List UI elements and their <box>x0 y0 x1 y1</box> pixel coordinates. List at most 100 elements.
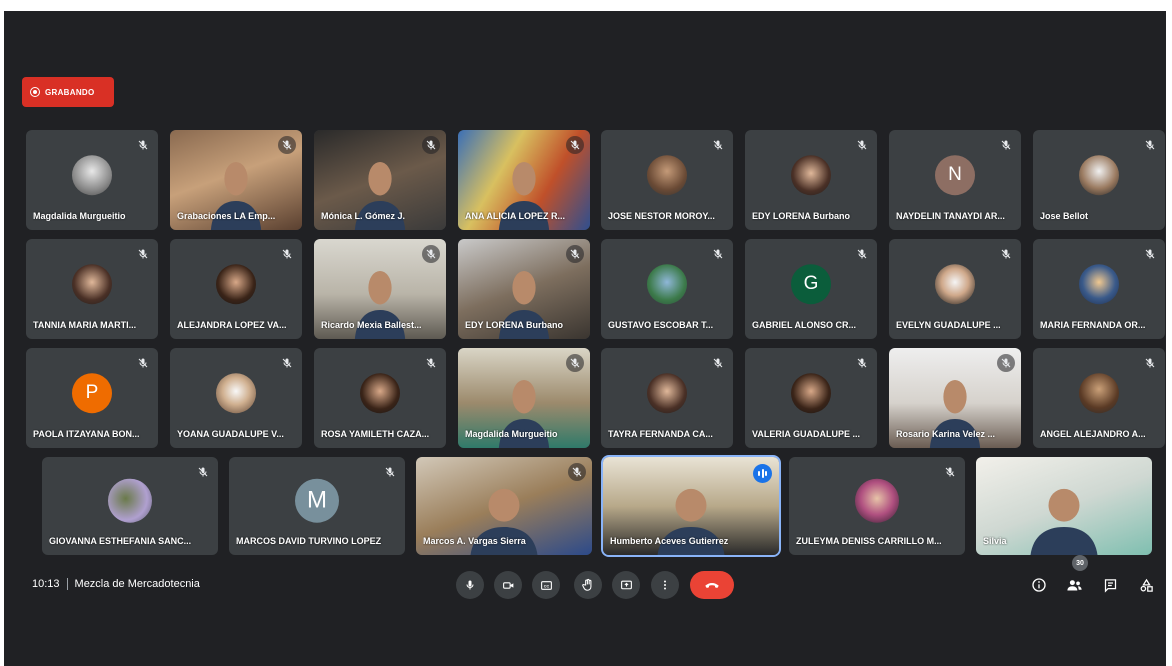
participant-tile[interactable]: ALEJANDRA LOPEZ VA... <box>170 239 302 339</box>
participant-tile[interactable]: G GABRIEL ALONSO CR... <box>745 239 877 339</box>
participant-name: GUSTAVO ESCOBAR T... <box>608 320 714 330</box>
microphone-button[interactable] <box>456 571 484 599</box>
participant-name: Jose Bellot <box>1040 211 1089 221</box>
participant-tile[interactable]: YOANA GUADALUPE V... <box>170 348 302 448</box>
participant-tile[interactable]: Jose Bellot <box>1033 130 1165 230</box>
avatar-initial: N <box>935 155 975 196</box>
avatar <box>647 264 687 305</box>
phone-hangup-icon <box>705 582 719 588</box>
participant-tile[interactable]: Rosario Karina Velez ... <box>889 348 1021 448</box>
participant-name: ZULEYMA DENISS CARRILLO M... <box>796 536 942 546</box>
mic-off-icon <box>278 136 296 154</box>
participant-tile[interactable]: Magdalida Murgueitio <box>26 130 158 230</box>
participant-name: Magdalida Murgueitio <box>33 211 126 221</box>
mic-off-icon <box>712 139 724 151</box>
participant-name: NAYDELIN TANAYDI AR... <box>896 211 1005 221</box>
avatar-initial: G <box>791 264 831 305</box>
chat-button[interactable] <box>1099 574 1121 596</box>
participant-tile[interactable]: Grabaciones LA Emp... <box>170 130 302 230</box>
captions-button[interactable]: CC <box>532 571 560 599</box>
mic-off-icon <box>1000 248 1012 260</box>
avatar <box>791 373 831 414</box>
participant-name: PAOLA ITZAYANA BON... <box>33 429 140 439</box>
participant-tile[interactable]: P PAOLA ITZAYANA BON... <box>26 348 158 448</box>
participant-name: EDY LORENA Burbano <box>752 211 851 221</box>
participant-tile[interactable]: MARIA FERNANDA OR... <box>1033 239 1165 339</box>
participant-tile[interactable]: EVELYN GUADALUPE ... <box>889 239 1021 339</box>
people-button[interactable] <box>1063 574 1085 596</box>
avatar <box>855 478 899 523</box>
participant-tile[interactable]: Humberto Aceves Gutierrez <box>603 457 779 555</box>
end-call-button[interactable] <box>690 571 734 599</box>
present-button[interactable] <box>612 571 640 599</box>
participant-name: ROSA YAMILETH CAZA... <box>321 429 430 439</box>
participant-tile[interactable]: M MARCOS DAVID TURVINO LOPEZ <box>229 457 405 555</box>
participant-tile[interactable]: Marcos A. Vargas Sierra <box>416 457 592 555</box>
participant-tile[interactable]: ANA ALICIA LOPEZ R... <box>458 130 590 230</box>
activities-button[interactable] <box>1135 574 1157 596</box>
participant-name: Grabaciones LA Emp... <box>177 211 276 221</box>
avatar-initial: P <box>72 373 112 414</box>
mic-off-icon <box>1144 248 1156 260</box>
participant-name: Ricardo Mexia Ballest... <box>321 320 422 330</box>
svg-text:CC: CC <box>543 584 549 588</box>
raise-hand-button[interactable] <box>574 571 602 599</box>
hand-icon <box>582 578 592 591</box>
more-options-button[interactable] <box>651 571 679 599</box>
participant-name: MARIA FERNANDA OR... <box>1040 320 1146 330</box>
mic-off-icon <box>384 466 396 478</box>
participant-tile[interactable]: EDY LORENA Burbano <box>458 239 590 339</box>
mic-off-icon <box>1000 139 1012 151</box>
mic-off-icon <box>422 245 440 263</box>
activities-icon <box>1140 578 1153 592</box>
avatar-letter: M <box>307 486 327 514</box>
mic-off-icon <box>137 139 149 151</box>
participant-count-badge: 30 <box>1072 555 1088 571</box>
participant-tile[interactable]: TAYRA FERNANDA CA... <box>601 348 733 448</box>
participant-tile[interactable]: ROSA YAMILETH CAZA... <box>314 348 446 448</box>
avatar <box>1079 155 1119 196</box>
participant-tile[interactable]: ZULEYMA DENISS CARRILLO M... <box>789 457 965 555</box>
participant-tile[interactable]: EDY LORENA Burbano <box>745 130 877 230</box>
avatar <box>791 155 831 196</box>
participant-name: EVELYN GUADALUPE ... <box>896 320 1001 330</box>
chat-icon <box>1104 578 1116 593</box>
record-icon <box>30 87 40 97</box>
avatar <box>216 264 256 305</box>
participant-tile[interactable]: GUSTAVO ESCOBAR T... <box>601 239 733 339</box>
participant-tile[interactable]: Ricardo Mexia Ballest... <box>314 239 446 339</box>
participant-tile[interactable]: Mónica L. Gómez J. <box>314 130 446 230</box>
camera-button[interactable] <box>494 571 522 599</box>
mic-off-icon <box>712 357 724 369</box>
mic-off-icon <box>422 136 440 154</box>
participant-tile[interactable]: Silvia <box>976 457 1152 555</box>
recording-badge[interactable]: GRABANDO <box>22 77 114 107</box>
mic-off-icon <box>1144 357 1156 369</box>
separator <box>66 578 68 590</box>
avatar <box>360 373 400 414</box>
participant-tile[interactable]: Magdalida Murgueitio <box>458 348 590 448</box>
mic-off-icon <box>197 466 209 478</box>
participant-name: JOSE NESTOR MOROY... <box>608 211 715 221</box>
participant-name: Magdalida Murgueitio <box>465 429 558 439</box>
mic-off-icon <box>568 463 586 481</box>
participant-tile[interactable]: GIOVANNA ESTHEFANIA SANC... <box>42 457 218 555</box>
present-icon <box>620 580 632 589</box>
mic-off-icon <box>566 354 584 372</box>
mic-off-icon <box>137 357 149 369</box>
participant-tile[interactable]: N NAYDELIN TANAYDI AR... <box>889 130 1021 230</box>
participant-name: Rosario Karina Velez ... <box>896 429 996 439</box>
info-icon <box>1032 578 1046 592</box>
meeting-time: 10:13 <box>32 578 60 590</box>
participant-name: TANNIA MARIA MARTI... <box>33 320 137 330</box>
participant-tile[interactable]: VALERIA GUADALUPE ... <box>745 348 877 448</box>
participant-tile[interactable]: ANGEL ALEJANDRO A... <box>1033 348 1165 448</box>
participant-name: GABRIEL ALONSO CR... <box>752 320 857 330</box>
participant-name: EDY LORENA Burbano <box>465 320 564 330</box>
participant-tile[interactable]: JOSE NESTOR MOROY... <box>601 130 733 230</box>
meeting-info: 10:13 Mezcla de Mercadotecnia <box>32 578 200 590</box>
participant-tile[interactable]: TANNIA MARIA MARTI... <box>26 239 158 339</box>
mic-off-icon <box>566 136 584 154</box>
meeting-details-button[interactable] <box>1028 574 1050 596</box>
participant-name: ALEJANDRA LOPEZ VA... <box>177 320 287 330</box>
